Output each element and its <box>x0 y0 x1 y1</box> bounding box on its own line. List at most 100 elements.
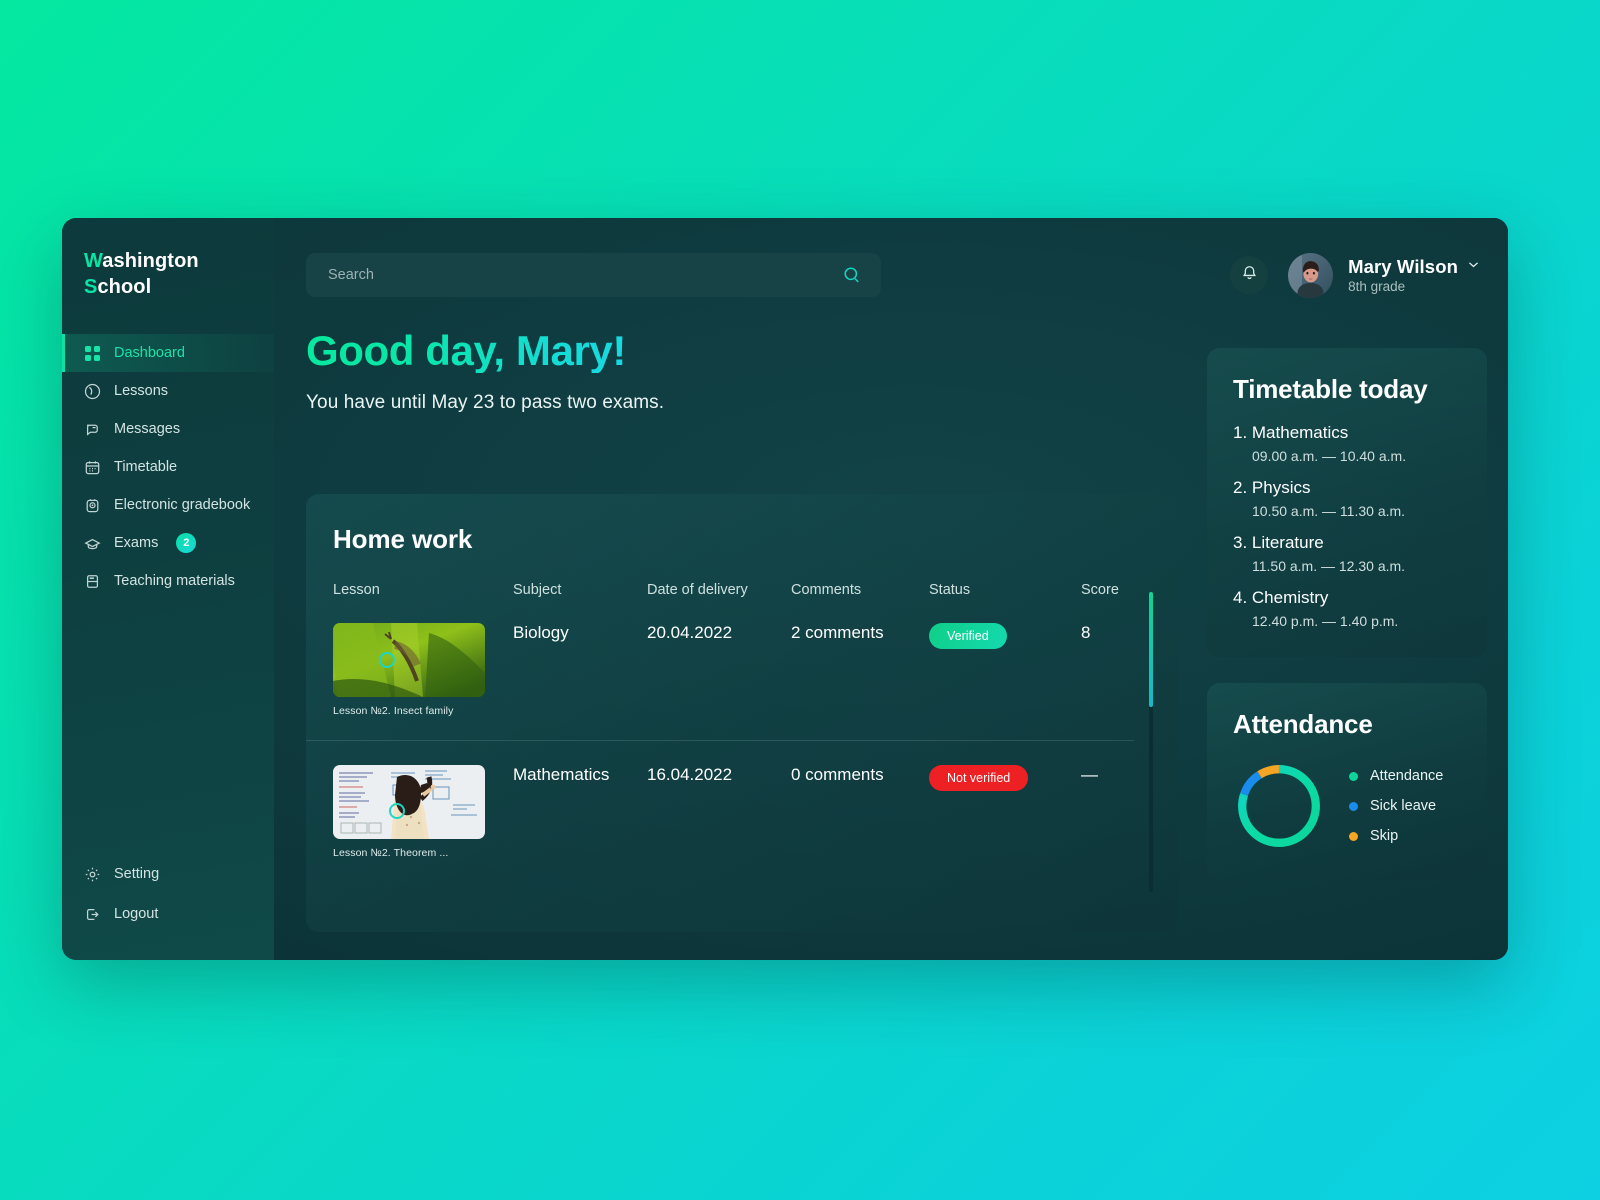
insect-photo <box>333 623 485 697</box>
main-content: Mary Wilson 8th grade Good day, Mary! <box>274 218 1508 960</box>
brand-line-1: Washington <box>84 250 199 272</box>
sidebar-item-setting[interactable]: Setting <box>62 854 274 894</box>
legend-dot-sick-leave <box>1349 801 1358 811</box>
scrollbar-thumb[interactable] <box>1149 592 1153 707</box>
attendance-donut-chart <box>1233 760 1325 852</box>
logout-icon <box>84 906 101 923</box>
lesson-cell[interactable]: Lesson №2. Theorem ... <box>333 765 513 859</box>
date-cell: 16.04.2022 <box>647 765 733 784</box>
user-profile-menu[interactable]: Mary Wilson 8th grade <box>1288 252 1480 298</box>
sidebar-item-exams[interactable]: Exams 2 <box>62 524 274 562</box>
date-cell: 20.04.2022 <box>647 623 733 642</box>
sidebar-item-label: Lessons <box>114 383 169 399</box>
timetable-time: 11.50 a.m. — 12.30 a.m. <box>1252 558 1406 574</box>
score-cell: — <box>1081 765 1098 784</box>
sidebar-item-label: Timetable <box>114 459 178 475</box>
list-item[interactable]: 2. Physics 10.50 a.m. — 11.30 a.m. <box>1233 478 1461 519</box>
chevron-down-icon[interactable] <box>1467 258 1480 276</box>
lesson-cell[interactable]: Lesson №2. Insect family <box>333 623 513 717</box>
grid-icon <box>84 345 101 362</box>
sidebar-item-label: Electronic gradebook <box>114 497 251 513</box>
legend-label: Sick leave <box>1370 798 1437 814</box>
attendance-title: Attendance <box>1233 709 1373 739</box>
header-right: Mary Wilson 8th grade <box>1230 252 1480 298</box>
user-name: Mary Wilson <box>1348 256 1458 277</box>
status-badge-verified: Verified <box>929 623 1007 649</box>
calendar-icon <box>84 459 101 476</box>
search-icon[interactable] <box>843 266 861 284</box>
gradebook-icon <box>84 497 101 514</box>
sidebar-item-electronic-gradebook[interactable]: Electronic gradebook <box>62 486 274 524</box>
status-badge: 2 <box>176 533 197 553</box>
list-item[interactable]: 1. Mathematics 09.00 a.m. — 10.40 a.m. <box>1233 423 1461 464</box>
timetable-time: 09.00 a.m. — 10.40 a.m. <box>1252 448 1407 464</box>
list-item[interactable]: 3. Literature 11.50 a.m. — 12.30 a.m. <box>1233 533 1461 574</box>
scrollbar-track[interactable] <box>1149 592 1153 892</box>
comments-cell[interactable]: 2 comments <box>791 623 929 643</box>
subject-cell: Biology <box>513 623 569 642</box>
attendance-body: Attendance Sick leave Skip <box>1233 760 1461 852</box>
legend-item: Attendance <box>1349 768 1443 784</box>
homework-card: Home work Lesson Subject Date of deliver… <box>306 494 1178 932</box>
column-header-comments: Comments <box>791 582 862 598</box>
sidebar-item-timetable[interactable]: Timetable <box>62 448 274 486</box>
sidebar-item-dashboard[interactable]: Dashboard <box>62 334 274 372</box>
avatar <box>1288 252 1334 298</box>
timetable-subject: 4. Chemistry <box>1233 588 1329 607</box>
table-row[interactable]: Lesson №2. Theorem ... Mathematics 16.04… <box>306 740 1178 882</box>
score-cell: 8 <box>1081 623 1091 642</box>
status-cell: Not verified <box>929 765 1081 791</box>
legend-item: Sick leave <box>1349 798 1443 814</box>
timetable-title: Timetable today <box>1233 374 1428 404</box>
legend-dot-skip <box>1349 831 1358 841</box>
legend-dot-attendance <box>1349 771 1358 781</box>
attendance-card: Attendance Attendance Sick leave Skip <box>1207 683 1487 880</box>
graduation-cap-icon <box>84 535 101 552</box>
gear-icon <box>84 866 101 883</box>
timetable-list: 1. Mathematics 09.00 a.m. — 10.40 a.m. 2… <box>1233 423 1461 629</box>
lesson-caption: Lesson №2. Insect family <box>333 705 454 717</box>
homework-table: Lesson Subject Date of delivery Comments… <box>306 582 1178 882</box>
sidebar-item-label: Exams <box>114 535 159 551</box>
status-badge-not-verified: Not verified <box>929 765 1029 791</box>
status-cell: Verified <box>929 623 1081 649</box>
search-bar[interactable] <box>306 253 881 297</box>
sidebar-bottom-nav: Setting Logout <box>62 854 274 960</box>
timetable-time: 12.40 p.m. — 1.40 p.m. <box>1252 613 1399 629</box>
sidebar-item-label: Dashboard <box>114 345 185 361</box>
timetable-time: 10.50 a.m. — 11.30 a.m. <box>1252 503 1406 519</box>
column-header-subject: Subject <box>513 582 562 598</box>
table-row[interactable]: Lesson №2. Insect family Biology 20.04.2… <box>306 598 1178 740</box>
message-icon <box>84 421 101 438</box>
homework-title: Home work <box>333 524 473 554</box>
sidebar-item-label: Setting <box>114 866 160 882</box>
comments-cell[interactable]: 0 comments <box>791 765 929 785</box>
whiteboard-photo <box>333 765 485 839</box>
list-item[interactable]: 4. Chemistry 12.40 p.m. — 1.40 p.m. <box>1233 588 1461 629</box>
sidebar-item-label: Messages <box>114 421 181 437</box>
sidebar-item-teaching-materials[interactable]: Teaching materials <box>62 562 274 600</box>
sidebar-item-messages[interactable]: Messages <box>62 410 274 448</box>
brand-line-2: School <box>84 276 152 298</box>
bell-icon <box>1240 263 1259 287</box>
book-icon <box>84 573 101 590</box>
legend-label: Skip <box>1370 828 1399 844</box>
attendance-legend: Attendance Sick leave Skip <box>1349 768 1443 844</box>
search-input[interactable] <box>328 267 843 283</box>
lessons-icon <box>84 383 101 400</box>
column-header-score: Score <box>1081 582 1119 598</box>
sidebar-item-lessons[interactable]: Lessons <box>62 372 274 410</box>
timetable-subject: 3. Literature <box>1233 533 1324 552</box>
notifications-button[interactable] <box>1230 256 1269 294</box>
column-header-date: Date of delivery <box>647 582 748 598</box>
user-grade: 8th grade <box>1348 279 1406 294</box>
sidebar-item-logout[interactable]: Logout <box>62 894 274 934</box>
sidebar-item-label: Logout <box>114 906 159 922</box>
timetable-card: Timetable today 1. Mathematics 09.00 a.m… <box>1207 348 1487 657</box>
app-window: Washington School Dashboard Lessons Mess… <box>62 218 1508 960</box>
timetable-subject: 1. Mathematics <box>1233 423 1349 442</box>
sidebar-nav: Dashboard Lessons Messages Timetable Ele… <box>62 334 274 600</box>
subject-cell: Mathematics <box>513 765 610 784</box>
page-title: Good day, Mary! <box>306 327 626 374</box>
legend-label: Attendance <box>1370 768 1444 784</box>
